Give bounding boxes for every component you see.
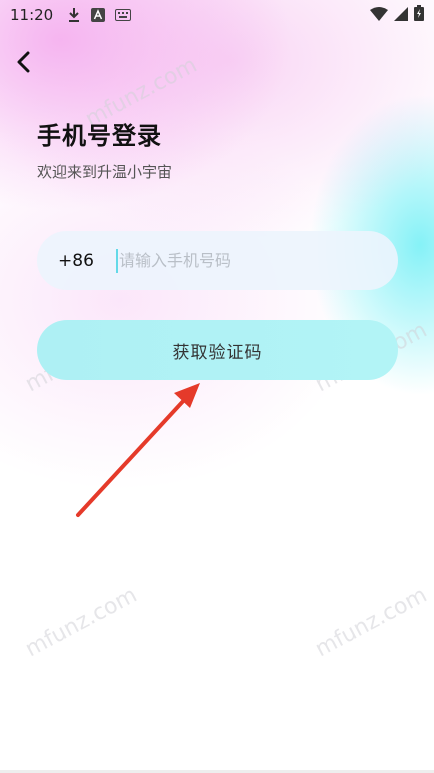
annotation-arrow bbox=[76, 383, 200, 517]
